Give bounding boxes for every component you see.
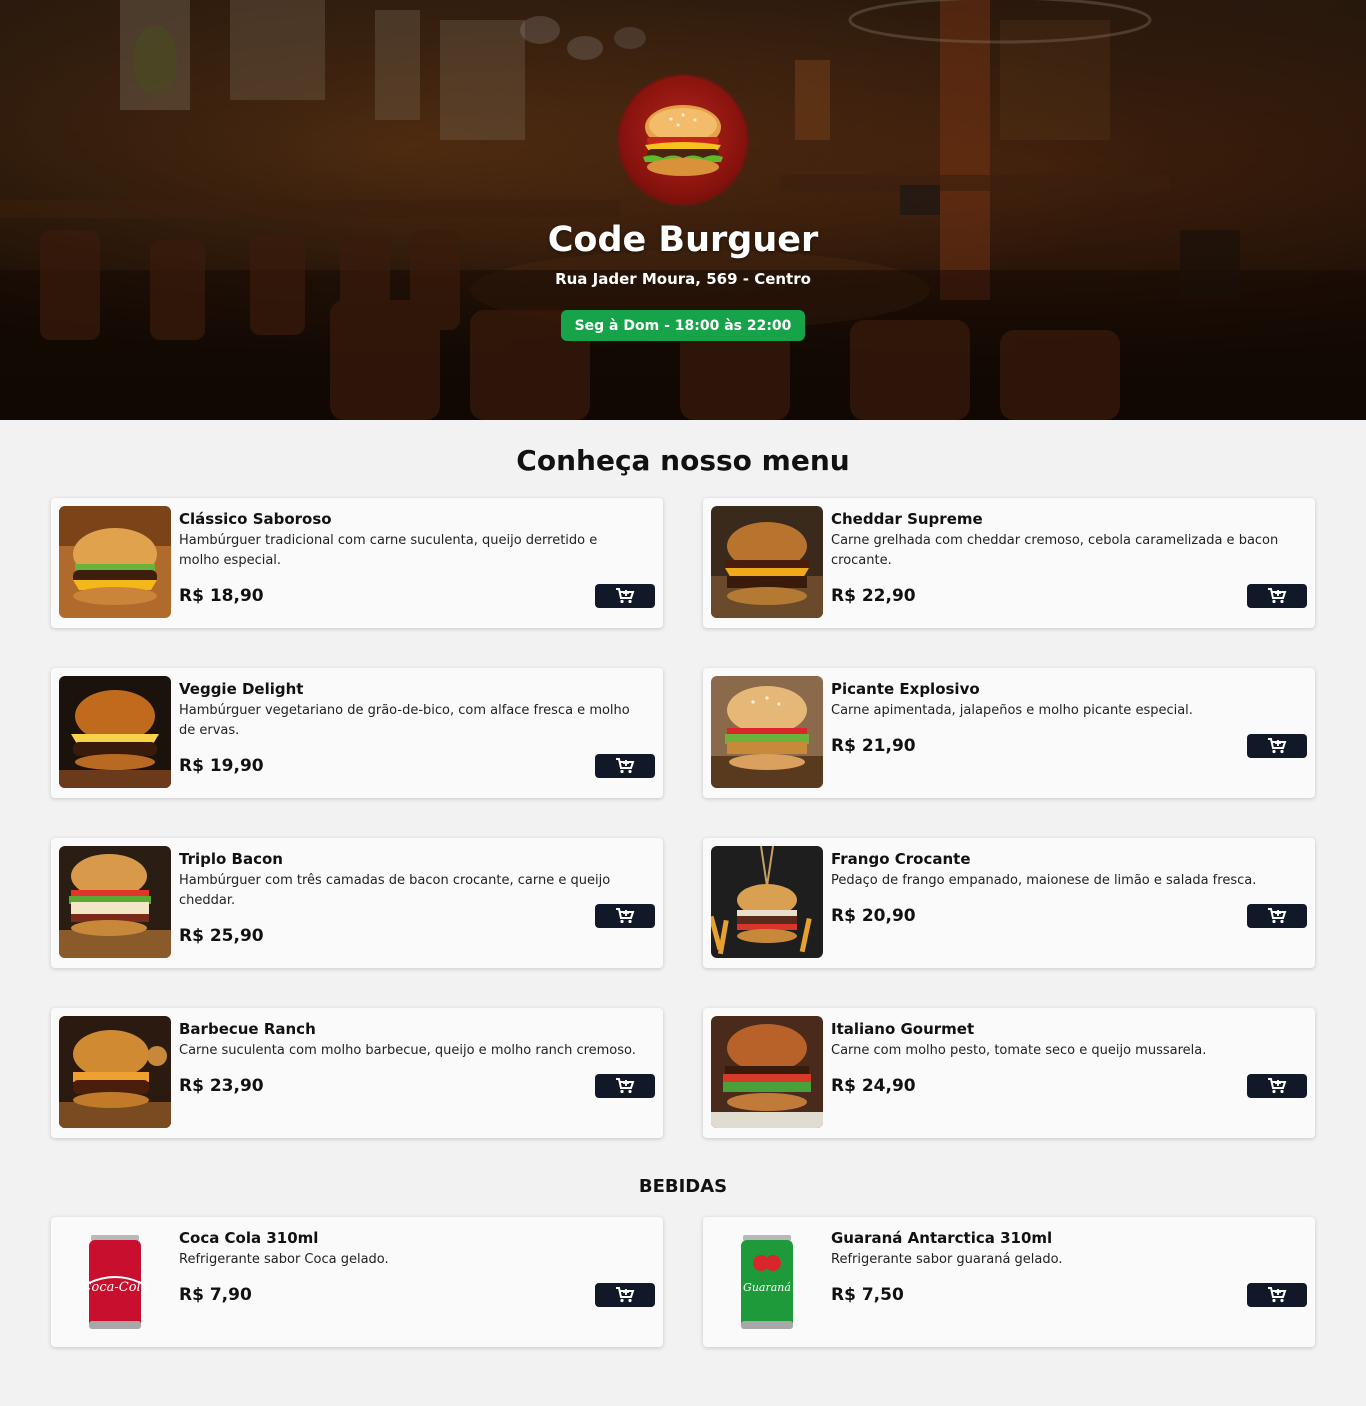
item-description: Carne apimentada, jalapeños e molho pica…: [831, 703, 1193, 718]
burger-list: Clássico Saboroso Hambúrguer tradicional…: [51, 498, 1315, 1138]
item-price: R$ 20,90: [831, 906, 916, 926]
item-name: Picante Explosivo: [831, 680, 980, 698]
item-name: Barbecue Ranch: [179, 1020, 316, 1038]
item-name: Guaraná Antarctica 310ml: [831, 1229, 1053, 1247]
menu-item-card: Picante Explosivo Carne apimentada, jala…: [703, 668, 1315, 798]
item-description: Carne grelhada com cheddar cremoso, cebo…: [831, 533, 1279, 568]
item-name: Italiano Gourmet: [831, 1020, 975, 1038]
cart-plus-icon: [616, 758, 635, 774]
drinks-list: Coca-Cola Coca Cola 310ml Refrigerante s…: [51, 1217, 1315, 1347]
item-name: Clássico Saboroso: [179, 510, 332, 528]
cart-plus-icon: [616, 1287, 635, 1303]
item-price: R$ 7,90: [179, 1285, 252, 1305]
item-price: R$ 18,90: [179, 586, 264, 606]
burger-image: [59, 846, 171, 958]
svg-text:Guaraná: Guaraná: [743, 1281, 791, 1294]
item-description: Hambúrguer com três camadas de bacon cro…: [179, 873, 611, 908]
menu-item-card: Cheddar Supreme Carne grelhada com chedd…: [703, 498, 1315, 628]
item-price: R$ 7,50: [831, 1285, 904, 1305]
add-to-cart-button[interactable]: [595, 904, 655, 928]
cart-plus-icon: [616, 908, 635, 924]
menu-section: Conheça nosso menu Clássico Saboroso Ham…: [0, 444, 1366, 1347]
burger-image: [711, 1016, 823, 1128]
item-price: R$ 25,90: [179, 926, 264, 946]
cart-plus-icon: [616, 1078, 635, 1094]
add-to-cart-button[interactable]: [1247, 1283, 1307, 1307]
add-to-cart-button[interactable]: [595, 584, 655, 608]
add-to-cart-button[interactable]: [1247, 734, 1307, 758]
item-description: Pedaço de frango empanado, maionese de l…: [831, 873, 1257, 888]
restaurant-name: Code Burguer: [547, 220, 819, 260]
add-to-cart-button[interactable]: [595, 1283, 655, 1307]
item-price: R$ 22,90: [831, 586, 916, 606]
item-price: R$ 23,90: [179, 1076, 264, 1096]
item-name: Frango Crocante: [831, 850, 971, 868]
menu-item-card: Italiano Gourmet Carne com molho pesto, …: [703, 1008, 1315, 1138]
add-to-cart-button[interactable]: [1247, 584, 1307, 608]
item-name: Cheddar Supreme: [831, 510, 983, 528]
menu-item-card: Clássico Saboroso Hambúrguer tradicional…: [51, 498, 663, 628]
menu-title: Conheça nosso menu: [516, 444, 850, 477]
burger-image: [711, 506, 823, 618]
item-price: R$ 24,90: [831, 1076, 916, 1096]
opening-hours-badge: Seg à Dom - 18:00 às 22:00: [560, 310, 806, 341]
item-price: R$ 19,90: [179, 756, 264, 776]
drink-item-card: Coca-Cola Coca Cola 310ml Refrigerante s…: [51, 1217, 663, 1347]
item-name: Triplo Bacon: [179, 850, 283, 868]
burger-image: [59, 506, 171, 618]
cart-plus-icon: [1268, 738, 1287, 754]
item-description: Carne com molho pesto, tomate seco e que…: [831, 1043, 1207, 1058]
item-name: Coca Cola 310ml: [179, 1229, 319, 1247]
burger-image: [711, 676, 823, 788]
item-description: Carne suculenta com molho barbecue, quei…: [179, 1043, 636, 1058]
logo: [619, 76, 747, 204]
menu-item-card: Barbecue Ranch Carne suculenta com molho…: [51, 1008, 663, 1138]
item-description: Refrigerante sabor Coca gelado.: [179, 1252, 389, 1267]
cart-plus-icon: [1268, 588, 1287, 604]
svg-text:Coca-Cola: Coca-Cola: [82, 1280, 149, 1295]
restaurant-address: Rua Jader Moura, 569 - Centro: [555, 270, 811, 288]
menu-item-card: Triplo Bacon Hambúrguer com três camadas…: [51, 838, 663, 968]
drink-image: Guaraná: [711, 1225, 823, 1337]
burger-image: [59, 676, 171, 788]
cart-plus-icon: [1268, 1287, 1287, 1303]
hero-banner: Code Burguer Rua Jader Moura, 569 - Cent…: [0, 0, 1366, 420]
add-to-cart-button[interactable]: [1247, 1074, 1307, 1098]
item-description: Hambúrguer vegetariano de grão-de-bico, …: [179, 703, 630, 738]
add-to-cart-button[interactable]: [595, 754, 655, 778]
add-to-cart-button[interactable]: [1247, 904, 1307, 928]
item-description: Hambúrguer tradicional com carne suculen…: [179, 533, 598, 568]
cart-plus-icon: [616, 588, 635, 604]
burger-image: [59, 1016, 171, 1128]
item-name: Veggie Delight: [179, 680, 304, 698]
item-price: R$ 21,90: [831, 736, 916, 756]
add-to-cart-button[interactable]: [595, 1074, 655, 1098]
drink-image: Coca-Cola: [59, 1225, 171, 1337]
burger-logo-icon: [643, 105, 723, 176]
cart-plus-icon: [1268, 908, 1287, 924]
item-description: Refrigerante sabor guaraná gelado.: [831, 1252, 1063, 1267]
drinks-title: BEBIDAS: [638, 1176, 728, 1197]
menu-item-card: Veggie Delight Hambúrguer vegetariano de…: [51, 668, 663, 798]
burger-image: [711, 846, 823, 958]
drink-item-card: Guaraná Guaraná Antarctica 310ml Refrige…: [703, 1217, 1315, 1347]
menu-item-card: Frango Crocante Pedaço de frango empanad…: [703, 838, 1315, 968]
cart-plus-icon: [1268, 1078, 1287, 1094]
